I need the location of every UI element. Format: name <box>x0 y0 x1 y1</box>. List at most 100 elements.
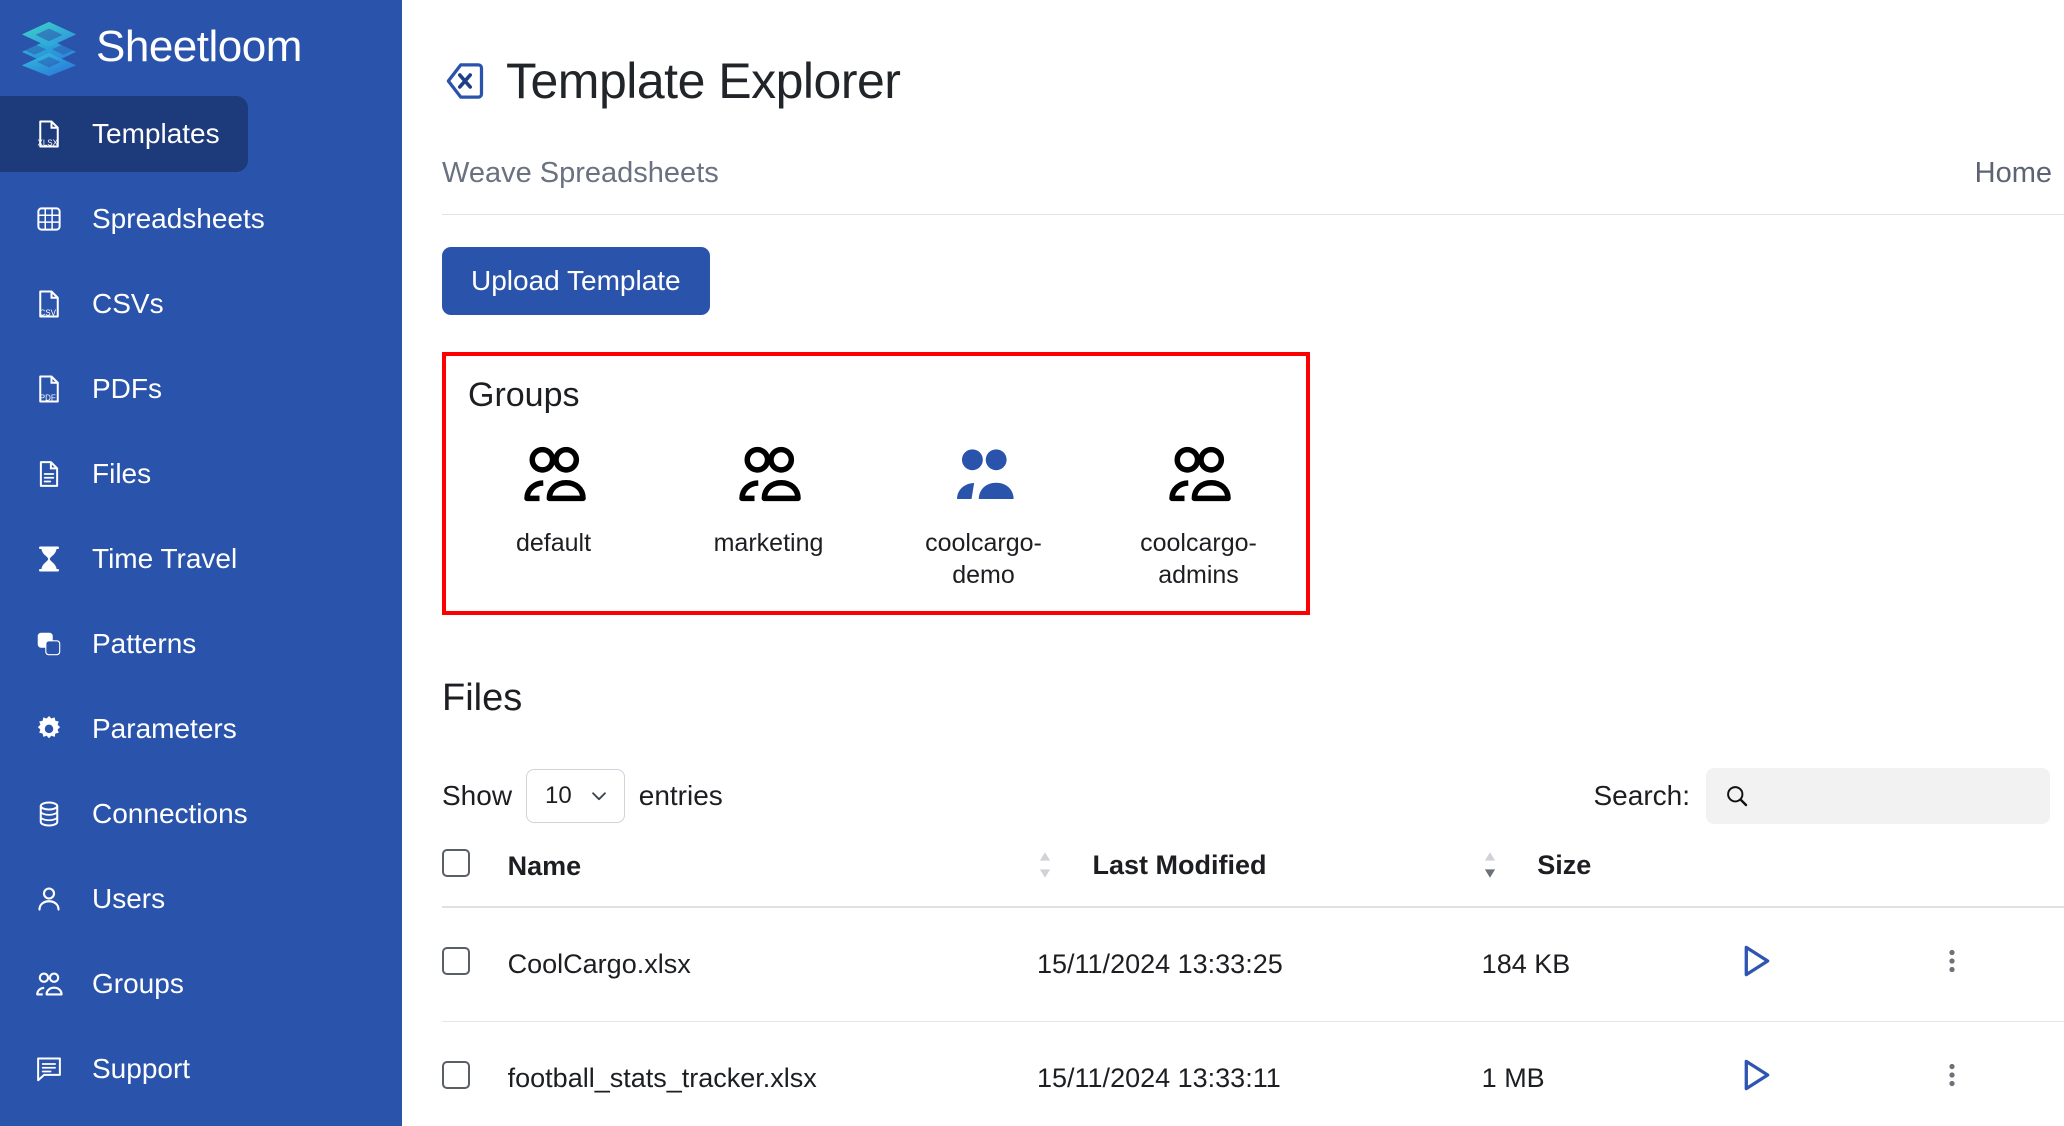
sidebar-item-csvs[interactable]: CSV CSVs <box>0 266 248 342</box>
sidebar-item-label: Support <box>92 1053 190 1085</box>
row-run-cell <box>1736 907 1937 1022</box>
grid-table-icon <box>32 202 66 236</box>
sidebar-item-users[interactable]: Users <box>0 861 248 937</box>
sidebar-item-label: CSVs <box>92 288 164 320</box>
users-group-icon <box>1163 445 1235 503</box>
page-title: Template Explorer <box>506 52 900 110</box>
column-header-last-modified[interactable]: Last Modified <box>1037 849 1482 907</box>
upload-template-button[interactable]: Upload Template <box>442 247 710 315</box>
sidebar-item-parameters[interactable]: Parameters <box>0 691 248 767</box>
svg-text:XLSX: XLSX <box>38 138 59 147</box>
row-size-cell: 1 MB <box>1482 1022 1736 1126</box>
sidebar-item-groups[interactable]: Groups <box>0 946 248 1022</box>
sidebar-item-label: PDFs <box>92 373 162 405</box>
svg-text:PDF: PDF <box>40 393 56 402</box>
entries-label: entries <box>639 780 723 812</box>
sheetloom-logo-icon <box>18 16 80 78</box>
search-label: Search: <box>1594 780 1691 812</box>
document-icon <box>32 457 66 491</box>
row-actions-cell <box>1937 907 2064 1022</box>
row-select-cell <box>442 1022 508 1126</box>
xlsx-file-icon: XLSX <box>32 117 66 151</box>
users-group-icon <box>32 967 66 1001</box>
groups-title: Groups <box>446 368 1306 415</box>
group-item-default[interactable]: default <box>446 445 661 591</box>
brand[interactable]: Sheetloom <box>0 4 402 90</box>
show-entries-control: Show 10 entries <box>442 769 723 823</box>
files-table-body: CoolCargo.xlsx 15/11/2024 13:33:25 184 K… <box>442 907 2064 1126</box>
show-label: Show <box>442 780 512 812</box>
group-item-marketing[interactable]: marketing <box>661 445 876 591</box>
sidebar-item-label: Users <box>92 883 165 915</box>
column-header-name[interactable]: Name <box>508 849 1037 907</box>
page-size-select[interactable]: 10 <box>526 769 625 823</box>
table-row[interactable]: CoolCargo.xlsx 15/11/2024 13:33:25 184 K… <box>442 907 2064 1022</box>
svg-text:CSV: CSV <box>40 308 57 317</box>
sidebar-item-label: Connections <box>92 798 248 830</box>
sidebar-item-patterns[interactable]: Patterns <box>0 606 248 682</box>
row-run-cell <box>1736 1022 1937 1126</box>
more-options-icon[interactable] <box>1937 1060 1967 1097</box>
sidebar-item-spreadsheets[interactable]: Spreadsheets <box>0 181 248 257</box>
sidebar-item-label: Time Travel <box>92 543 237 575</box>
column-header-size[interactable]: Size <box>1482 849 1736 907</box>
sidebar: Sheetloom XLSX Templates Spreadsheets CS… <box>0 0 402 1126</box>
row-select-cell <box>442 907 508 1022</box>
users-group-icon <box>518 445 590 503</box>
sidebar-item-label: Files <box>92 458 151 490</box>
users-group-icon-selected <box>948 445 1020 503</box>
sidebar-item-time-travel[interactable]: Time Travel <box>0 521 248 597</box>
column-header-last-modified-label: Last Modified <box>1093 850 1267 880</box>
gear-icon <box>32 712 66 746</box>
row-size-cell: 184 KB <box>1482 907 1736 1022</box>
sidebar-item-label: Parameters <box>92 713 237 745</box>
select-all-checkbox[interactable] <box>442 849 470 877</box>
sidebar-nav: XLSX Templates Spreadsheets CSV CSVs PDF <box>0 90 402 1116</box>
sidebar-item-connections[interactable]: Connections <box>0 776 248 852</box>
table-row[interactable]: football_stats_tracker.xlsx 15/11/2024 1… <box>442 1022 2064 1126</box>
chat-bubble-icon <box>32 1052 66 1086</box>
page-size-value: 10 <box>545 782 572 810</box>
sidebar-item-pdfs[interactable]: PDF PDFs <box>0 351 248 427</box>
users-group-icon <box>733 445 805 503</box>
group-label: coolcargo-admins <box>1124 527 1274 591</box>
hourglass-icon <box>32 542 66 576</box>
user-icon <box>32 882 66 916</box>
group-label: marketing <box>714 527 824 559</box>
group-label: default <box>516 527 591 559</box>
brand-name: Sheetloom <box>96 22 302 72</box>
row-checkbox[interactable] <box>442 947 470 975</box>
search-field <box>1706 768 2050 824</box>
play-icon[interactable] <box>1736 942 1774 987</box>
app-root: Sheetloom XLSX Templates Spreadsheets CS… <box>0 0 2064 1126</box>
sidebar-item-templates[interactable]: XLSX Templates <box>0 96 248 172</box>
sidebar-item-files[interactable]: Files <box>0 436 248 512</box>
sidebar-item-support[interactable]: Support <box>0 1031 248 1107</box>
row-name-cell: football_stats_tracker.xlsx <box>508 1022 1037 1126</box>
more-options-icon[interactable] <box>1937 946 1967 983</box>
sidebar-item-label: Patterns <box>92 628 196 660</box>
groups-panel: Groups default marketing <box>442 352 1310 615</box>
breadcrumb-home-link[interactable]: Home <box>1975 157 2064 190</box>
column-header-actions <box>1937 849 2064 907</box>
page-subtitle: Weave Spreadsheets <box>442 157 719 190</box>
layers-square-icon <box>32 627 66 661</box>
sidebar-item-label: Groups <box>92 968 184 1000</box>
chevron-down-icon <box>588 785 610 807</box>
play-icon[interactable] <box>1736 1056 1774 1101</box>
xlsx-badge-icon <box>442 58 488 104</box>
row-checkbox[interactable] <box>442 1061 470 1089</box>
sidebar-item-label: Templates <box>92 118 220 150</box>
page-header: Template Explorer <box>402 0 2064 143</box>
row-actions-cell <box>1937 1022 2064 1126</box>
files-title: Files <box>402 647 2064 720</box>
group-item-coolcargo-admins[interactable]: coolcargo-admins <box>1091 445 1306 591</box>
sort-arrows-name-icon <box>1037 850 1059 884</box>
sort-arrows-last-modified-icon <box>1482 850 1504 884</box>
row-last-modified-cell: 15/11/2024 13:33:11 <box>1037 1022 1482 1126</box>
group-item-coolcargo-demo[interactable]: coolcargo-demo <box>876 445 1091 591</box>
subheader-row: Weave Spreadsheets Home <box>402 143 2064 190</box>
search-input[interactable] <box>1706 768 2050 824</box>
sidebar-item-label: Spreadsheets <box>92 203 265 235</box>
main-content: Template Explorer Weave Spreadsheets Hom… <box>402 0 2064 1126</box>
